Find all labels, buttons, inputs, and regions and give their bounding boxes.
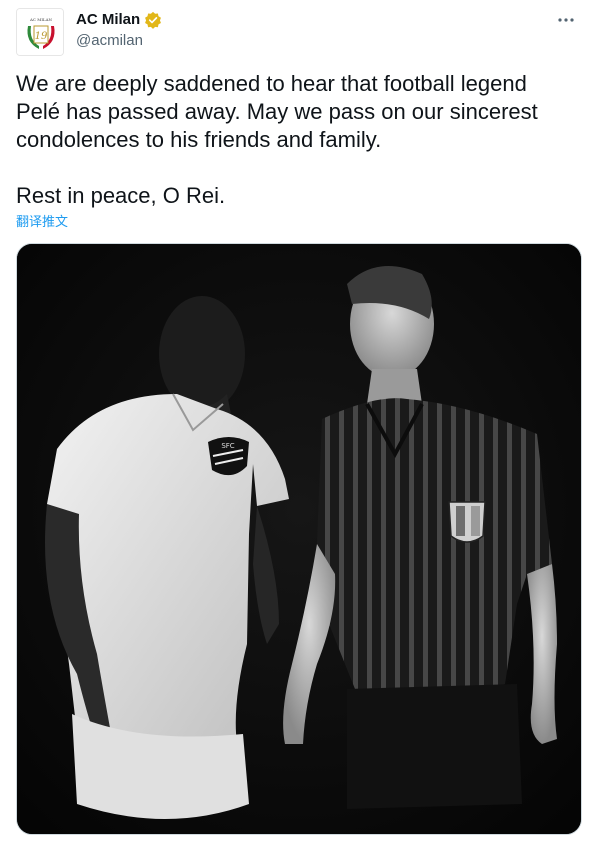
ac-milan-logo-icon: AC MILAN 19 (17, 9, 63, 55)
more-options-button[interactable] (551, 8, 581, 32)
svg-text:AC MILAN: AC MILAN (29, 17, 52, 22)
translate-tweet-link[interactable]: 翻译推文 (16, 213, 68, 231)
display-name[interactable]: AC Milan (76, 10, 140, 30)
tweet-text: We are deeply saddened to hear that foot… (16, 71, 538, 208)
avatar[interactable]: AC MILAN 19 (16, 8, 64, 56)
tweet-photo[interactable]: SFC (16, 243, 582, 835)
tweet: AC MILAN 19 AC Milan @acmilan We are dee… (0, 0, 593, 848)
verified-badge-icon (145, 11, 162, 29)
svg-text:SFC: SFC (221, 442, 234, 450)
svg-text:19: 19 (35, 31, 48, 42)
handle[interactable]: @acmilan (76, 31, 143, 51)
photo-image: SFC (17, 244, 581, 834)
more-options-icon (558, 18, 574, 22)
